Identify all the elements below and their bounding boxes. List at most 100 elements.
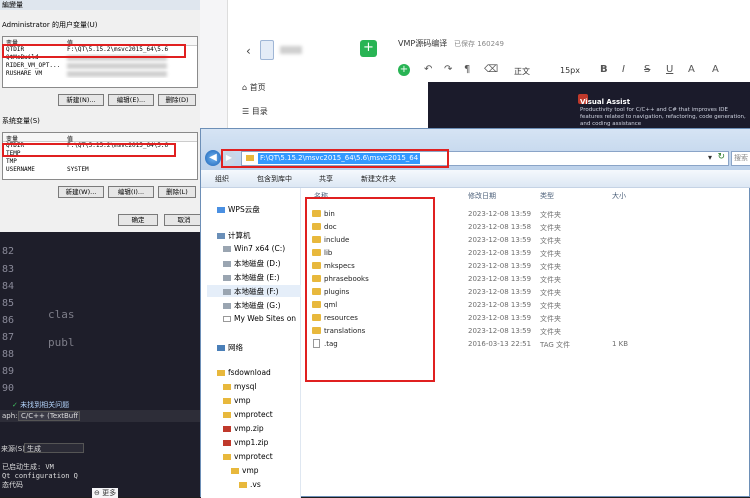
drive-icon (223, 246, 231, 252)
dropdown-icon[interactable]: ▾ (708, 153, 712, 162)
code-keyword: publ (48, 336, 75, 349)
explorer-window: ◀ ▶ F:\QT\5.15.2\msvc2015_64\5.6\msvc201… (200, 128, 750, 498)
navigation-pane: WPS云盘 计算机 Win7 x64 (C:) 本地磁盘 (D:) 本地磁盘 (… (201, 188, 301, 498)
dialog-title: 編變量 (0, 0, 217, 10)
doc-title: VMP源码编译 (398, 39, 448, 48)
folder-icon (217, 370, 225, 376)
nav-mysql[interactable]: mysql (223, 382, 257, 391)
network-icon (217, 345, 225, 351)
eraser-icon[interactable]: ⌫ (484, 64, 498, 75)
env-var-dialog: 編變量 Administrator 的用户变量(U) 变量值 QTDIR F:\Q… (0, 0, 218, 232)
nav-drive-e[interactable]: 本地磁盘 (E:) (223, 272, 280, 283)
zip-icon (223, 440, 231, 446)
cloud-icon (217, 207, 225, 213)
nav-drive-c[interactable]: Win7 x64 (C:) (223, 244, 285, 253)
highlight-user-qtdir (2, 44, 186, 58)
sys-var-row[interactable]: TMP (3, 158, 197, 166)
add-button[interactable]: + (360, 40, 377, 57)
undo-icon[interactable]: ↶ (424, 64, 432, 75)
user-new-button[interactable]: 新建(N)... (58, 94, 104, 106)
nav-computer[interactable]: 计算机 (217, 230, 251, 241)
cmd-organize[interactable]: 组织 (215, 174, 229, 184)
ok-button[interactable]: 确定 (118, 214, 158, 226)
nav-vmp-sub[interactable]: vmp (231, 466, 259, 475)
output-source-select[interactable]: 生成 (24, 443, 84, 453)
font-size-select[interactable]: 15px (560, 66, 580, 75)
web-icon (223, 316, 231, 322)
nav-drive-f[interactable]: 本地磁盘 (F:) (223, 286, 279, 297)
insert-button[interactable]: + (398, 64, 410, 76)
cmd-new-folder[interactable]: 新建文件夹 (361, 174, 396, 184)
nav-drive-d[interactable]: 本地磁盘 (D:) (223, 258, 281, 269)
sys-edit-button[interactable]: 编辑(I)... (108, 186, 154, 198)
sys-new-button[interactable]: 新建(W)... (58, 186, 104, 198)
drive-icon (223, 289, 231, 295)
col-date[interactable]: 修改日期 (468, 191, 496, 201)
cmd-include-library[interactable]: 包含到库中 (257, 174, 292, 184)
issues-status: ✓ 未找到相关问题 (12, 401, 70, 409)
watermark: 吾爱破解论坛 www.52pojie.cn (648, 461, 744, 491)
graph-select[interactable]: C/C++ (TextBuff (18, 411, 80, 421)
nav-vmprotect-2[interactable]: vmprotect (223, 452, 273, 461)
va-title: Visual Assist (580, 98, 631, 106)
user-edit-button[interactable]: 编辑(E)... (108, 94, 154, 106)
nav-network[interactable]: 网络 (217, 342, 243, 353)
nav-fsdownload[interactable]: fsdownload (217, 368, 271, 377)
nav-vmp1-zip[interactable]: vmp1.zip (223, 438, 268, 447)
more-icon: ⊖ (94, 489, 103, 497)
folder-icon (223, 412, 231, 418)
drive-icon (223, 261, 231, 267)
home-icon: ⌂ (242, 83, 250, 92)
col-size[interactable]: 大小 (612, 191, 626, 201)
code-editor[interactable]: 82 83 84 85 86 87 88 89 90 clas publ ✓ 未… (0, 232, 200, 497)
check-icon: ✓ (12, 401, 21, 409)
highlight-icon[interactable]: A (712, 64, 719, 75)
underline-icon[interactable]: U (666, 64, 673, 75)
nav-vs[interactable]: .vs (239, 480, 261, 489)
user-var-row[interactable]: RIDER_VM_OPT... (3, 62, 197, 70)
italic-icon[interactable]: I (622, 64, 625, 75)
command-bar: 组织 包含到库中 共享 新建文件夹 (201, 170, 750, 188)
folder-icon (223, 398, 231, 404)
refresh-icon[interactable]: ↻ (717, 152, 725, 162)
col-type[interactable]: 类型 (540, 191, 554, 201)
watermark-url: www.52pojie.cn (681, 482, 744, 491)
font-style-select[interactable]: 正文 (514, 66, 530, 77)
highlight-address (221, 149, 449, 168)
search-box[interactable]: 搜索 (731, 151, 750, 166)
folder-icon (223, 454, 231, 460)
user-vars-label: Administrator 的用户变量(U) (2, 21, 98, 29)
font-color-icon[interactable]: A (688, 64, 695, 75)
code-keyword: clas (48, 308, 75, 321)
user-delete-button[interactable]: 删除(D) (158, 94, 196, 106)
computer-icon (217, 233, 225, 239)
back-icon[interactable]: ‹ (246, 44, 251, 58)
nav-drive-g[interactable]: 本地磁盘 (G:) (223, 300, 281, 311)
nav-vmprotect[interactable]: vmprotect (223, 410, 273, 419)
sys-var-row[interactable]: USERNAME SYSTEM (3, 166, 197, 174)
user-var-row[interactable]: RUSHARE VM (3, 70, 197, 78)
catalog-icon: ☰ (242, 107, 252, 116)
nav-home[interactable]: ⌂ 首页 (242, 82, 266, 93)
cancel-button[interactable]: 取消 (164, 214, 204, 226)
drive-icon (223, 303, 231, 309)
doc-window: ‹ + ⌂ 首页 ☰ 目录 VMP源码编译 已保存 160249 + ↶ ↷ ¶… (227, 0, 750, 130)
bold-icon[interactable]: B (600, 64, 608, 75)
format-paint-icon[interactable]: ¶ (464, 64, 470, 75)
nav-websites[interactable]: My Web Sites on (223, 314, 296, 323)
sys-delete-button[interactable]: 删除(L) (158, 186, 196, 198)
nav-vmp[interactable]: vmp (223, 396, 251, 405)
graph-bar: aph: C/C++ (TextBuff (0, 410, 200, 422)
folder-icon (231, 468, 239, 474)
strike-icon[interactable]: S (644, 64, 650, 75)
file-list: 名称 修改日期 类型 大小 bin 2023-12-08 13:59 文件夹 doc… (302, 188, 750, 498)
nav-vmp-zip[interactable]: vmp.zip (223, 424, 264, 433)
back-button[interactable]: ◀ (205, 150, 221, 166)
nav-catalog[interactable]: ☰ 目录 (242, 106, 268, 117)
cmd-share[interactable]: 共享 (319, 174, 333, 184)
redo-icon[interactable]: ↷ (444, 64, 452, 75)
nav-wps[interactable]: WPS云盘 (217, 204, 260, 215)
embedded-screenshot: Visual Assist Productivity tool for C/C+… (428, 82, 750, 130)
output-log: 已启动生成: VM Qt configuration Q 态代码 (2, 463, 78, 489)
folder-icon (239, 482, 247, 488)
